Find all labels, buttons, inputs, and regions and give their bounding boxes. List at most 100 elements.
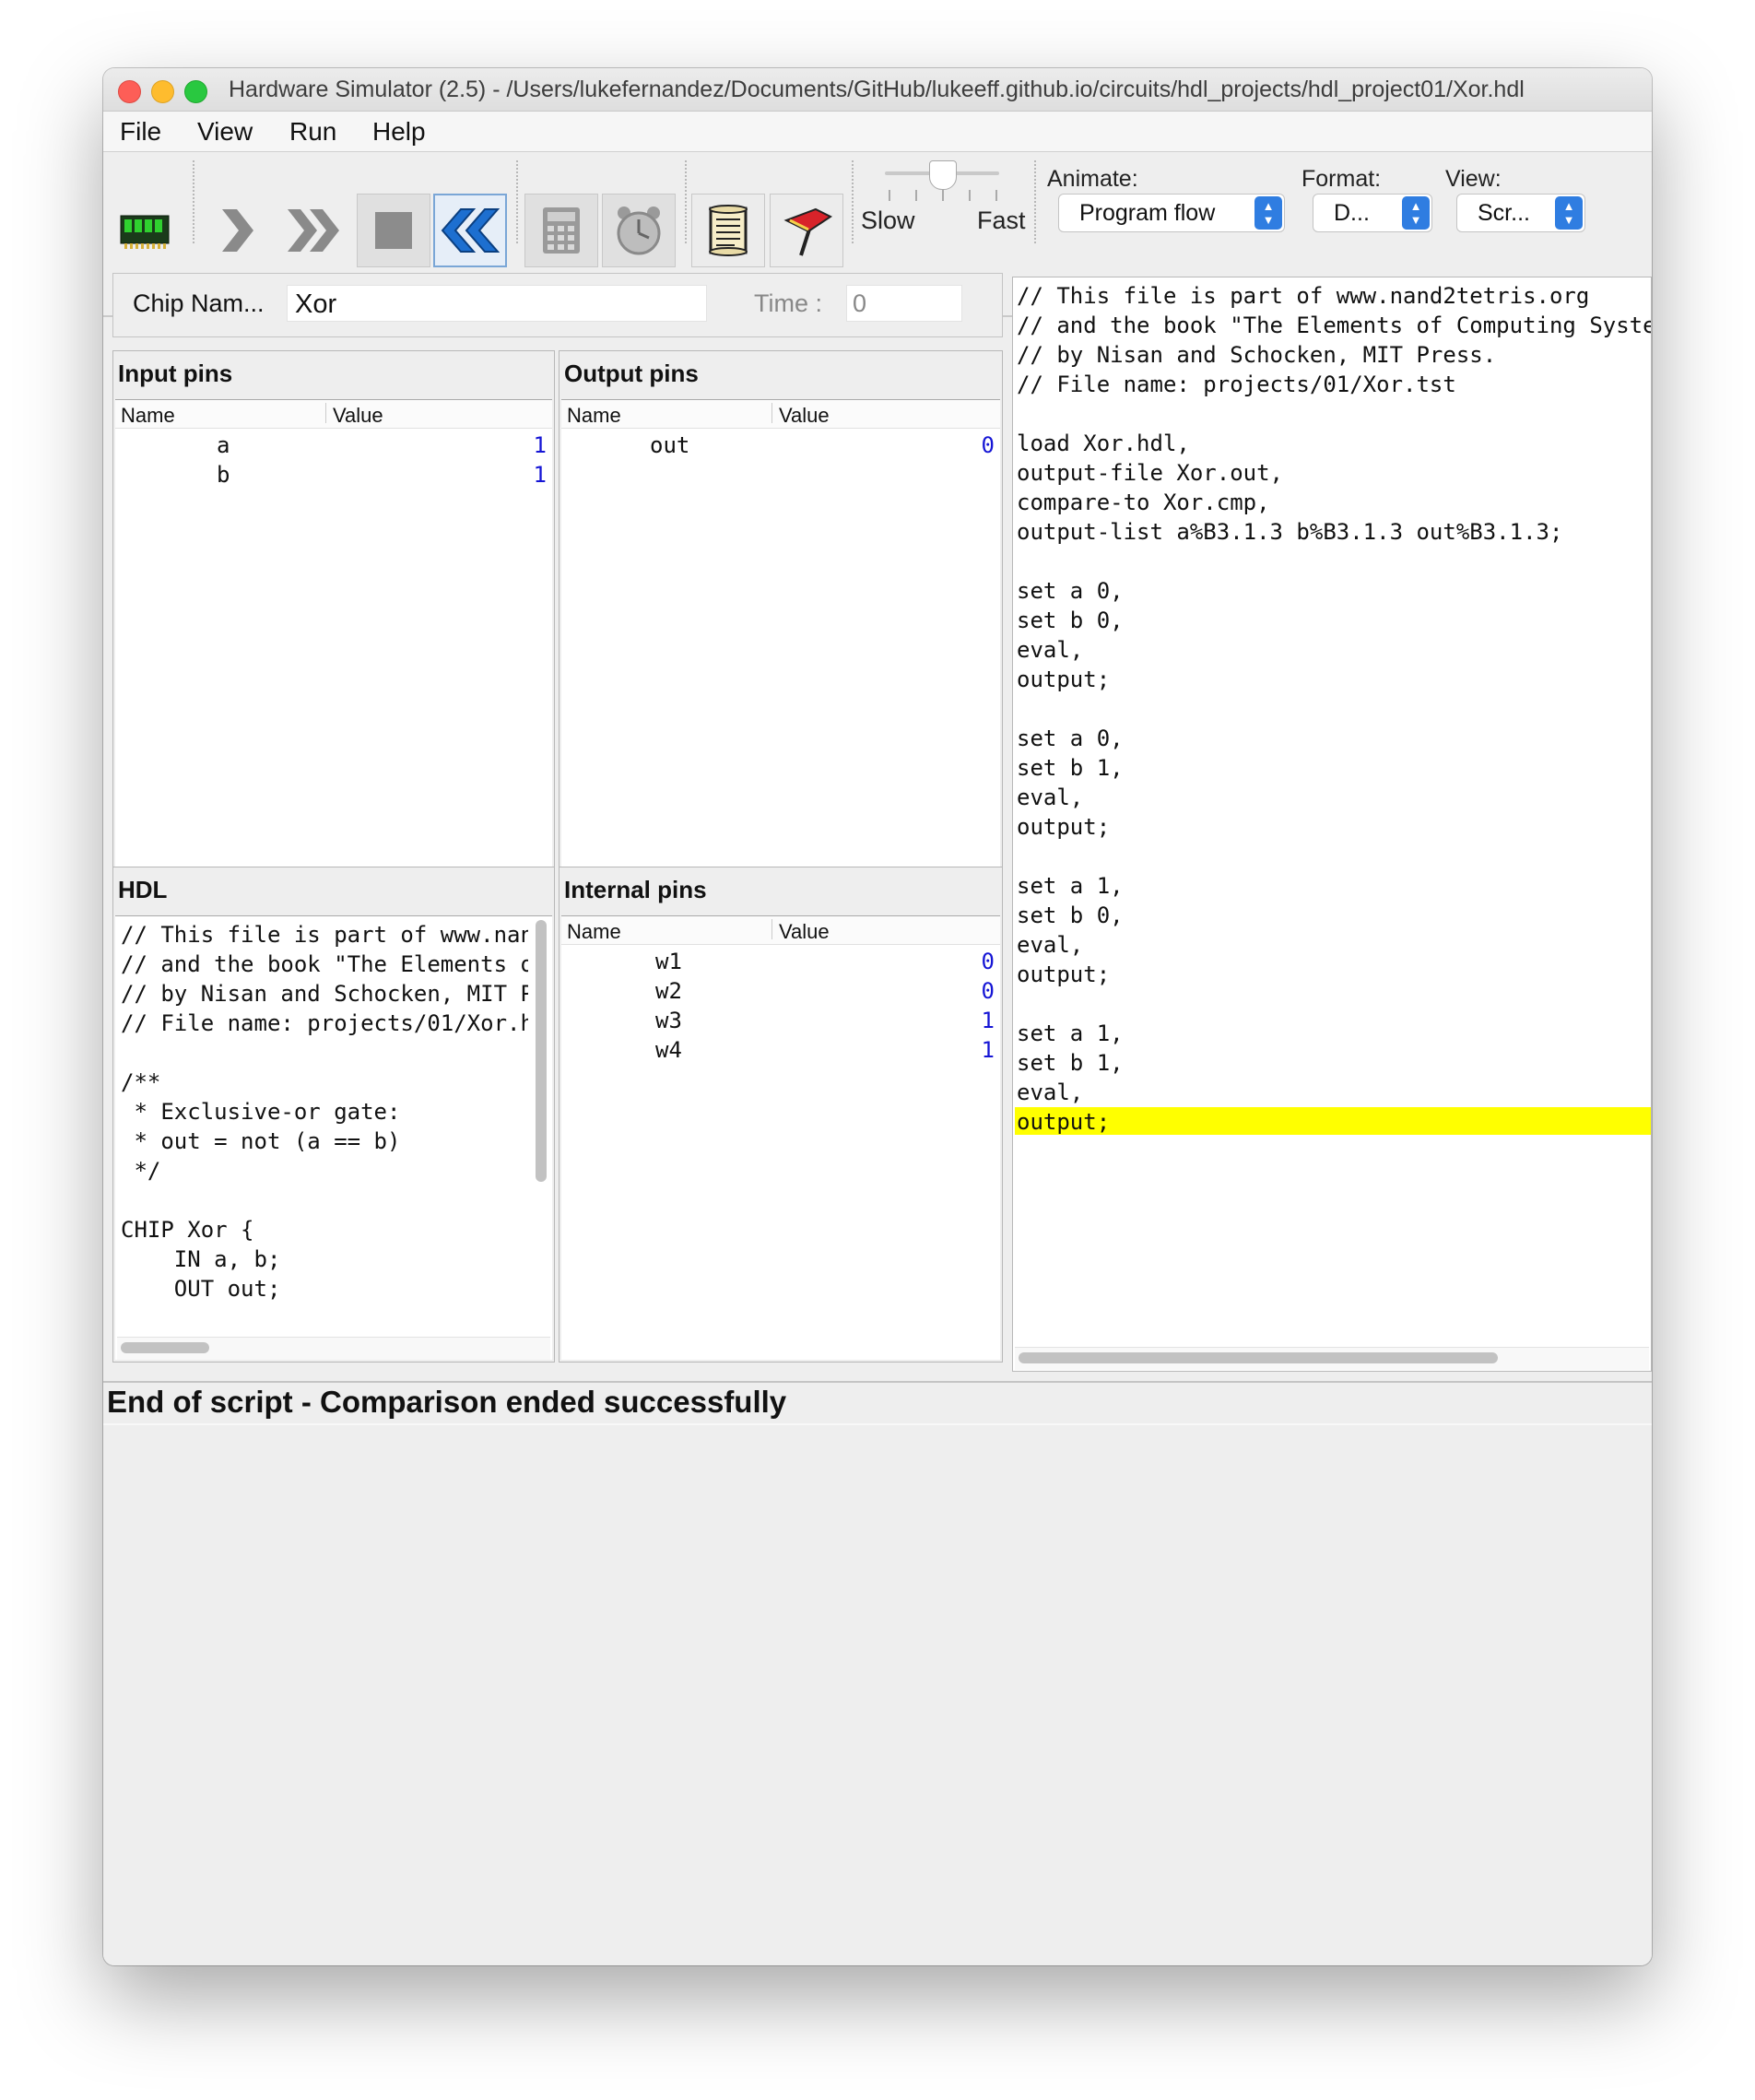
hdl-source-view[interactable]: // This file is part of www.nanc // and t…: [115, 915, 552, 1360]
hdl-code-line: // This file is part of www.nanc: [121, 922, 528, 948]
pin-value: 0: [981, 978, 995, 1004]
table-header: Name Value: [561, 916, 1000, 945]
hdl-code-line: IN a, b;: [121, 1246, 281, 1272]
script-code-line: set b 0,: [1017, 903, 1124, 928]
hdl-code-line: CHIP Xor {: [121, 1217, 254, 1243]
pin-name: w4: [655, 1037, 682, 1063]
speed-slow-label: Slow: [861, 206, 915, 234]
output-pins-title: Output pins: [564, 360, 699, 387]
script-code-line: // This file is part of www.nand2tetris.…: [1017, 283, 1590, 309]
hdl-code-line: */: [121, 1158, 161, 1184]
reset-button[interactable]: [433, 194, 507, 267]
format-select[interactable]: D... ▲ ▼: [1313, 194, 1432, 232]
double-chevron-right-icon: [288, 209, 339, 252]
input-pins-table[interactable]: Name Value a 1 b 1: [115, 399, 552, 912]
test-script-panel[interactable]: // This file is part of www.nand2tetris.…: [1012, 277, 1652, 1372]
value-column-header[interactable]: Value: [333, 404, 383, 428]
stop-button[interactable]: [357, 194, 430, 267]
pin-value: 0: [981, 432, 995, 458]
script-code-line: eval,: [1017, 785, 1084, 810]
input-pins-panel: Input pins Name Value a 1 b 1: [112, 350, 555, 914]
chevron-up-down-icon: ▲ ▼: [1254, 196, 1282, 230]
script-code-line: set b 0,: [1017, 608, 1124, 633]
chip-name-field: Xor: [287, 285, 707, 322]
name-column-header[interactable]: Name: [567, 404, 621, 428]
view-select-value: Scr...: [1478, 200, 1530, 226]
script-code-line: // and the book "The Elements of Computi…: [1017, 313, 1651, 338]
table-row[interactable]: b 1: [115, 459, 552, 489]
hdl-code-line: // by Nisan and Schocken, MIT Pr: [121, 981, 528, 1007]
double-chevron-left-icon: [441, 208, 500, 253]
hdl-code-line: /**: [121, 1069, 161, 1095]
script-code-line: compare-to Xor.cmp,: [1017, 490, 1270, 515]
hdl-code-line: OUT out;: [121, 1276, 281, 1302]
value-column-header[interactable]: Value: [779, 404, 830, 428]
hdl-title: HDL: [118, 876, 168, 903]
scrollbar-thumb[interactable]: [1019, 1352, 1498, 1363]
table-row[interactable]: a 1: [115, 430, 552, 459]
script-code-line: // File name: projects/01/Xor.tst: [1017, 372, 1456, 397]
view-select[interactable]: Scr... ▲ ▼: [1456, 194, 1585, 232]
table-row[interactable]: out 0: [561, 430, 1000, 459]
time-value: 0: [853, 289, 867, 317]
time-field: 0: [846, 285, 962, 322]
vertical-scrollbar[interactable]: [536, 920, 547, 1182]
single-step-button[interactable]: [200, 194, 274, 267]
table-row[interactable]: w3 1: [561, 1005, 1000, 1034]
pin-value: 0: [981, 949, 995, 974]
pin-name: w3: [655, 1008, 682, 1033]
value-column-header[interactable]: Value: [779, 920, 830, 944]
tick-tock-button[interactable]: [602, 194, 676, 267]
animate-select-value: Program flow: [1079, 200, 1216, 226]
script-code-line: load Xor.hdl,: [1017, 431, 1190, 456]
breakpoints-button[interactable]: [770, 194, 843, 267]
format-select-value: D...: [1334, 200, 1370, 226]
script-scroll-icon: [709, 205, 748, 256]
horizontal-scrollbar[interactable]: [1015, 1347, 1649, 1370]
status-panel: End of script - Comparison ended success…: [103, 1381, 1652, 1965]
script-code-line: output;: [1017, 667, 1111, 692]
pin-value[interactable]: 1: [534, 432, 547, 458]
output-pins-table[interactable]: Name Value out 0: [561, 399, 1000, 912]
animate-select[interactable]: Program flow ▲ ▼: [1058, 194, 1285, 232]
load-chip-button[interactable]: [108, 194, 182, 267]
chevron-up-down-icon: ▲ ▼: [1555, 196, 1583, 230]
view-label: View:: [1445, 166, 1502, 192]
pin-name: b: [217, 462, 230, 488]
name-column-header[interactable]: Name: [121, 404, 175, 428]
script-code-line: output;: [1017, 962, 1111, 987]
table-row[interactable]: w4 1: [561, 1034, 1000, 1064]
hdl-code-line: * Exclusive-or gate:: [121, 1099, 401, 1125]
run-button[interactable]: [278, 194, 352, 267]
output-pins-panel: Output pins Name Value out 0: [559, 350, 1003, 914]
speed-fast-label: Fast: [977, 206, 1026, 234]
table-row[interactable]: w1 0: [561, 946, 1000, 975]
internal-pins-table[interactable]: Name Value w1 0 w2 0 w3 1 w4 1: [561, 915, 1000, 1360]
pin-name: w2: [655, 978, 682, 1004]
script-code-line: eval,: [1017, 637, 1084, 663]
script-button[interactable]: [691, 194, 765, 267]
hdl-code-line: * out = not (a == b): [121, 1128, 401, 1154]
script-code-line: set a 0,: [1017, 726, 1124, 751]
hardware-simulator-window: Hardware Simulator (2.5) - /Users/lukefe…: [103, 68, 1652, 1965]
speed-slider-thumb[interactable]: [929, 160, 957, 190]
script-code-line: set a 0,: [1017, 578, 1124, 604]
eval-button[interactable]: [524, 194, 598, 267]
input-pins-title: Input pins: [118, 360, 233, 387]
pin-value[interactable]: 1: [534, 462, 547, 488]
horizontal-scrollbar[interactable]: [117, 1337, 550, 1360]
script-code-line: output-list a%B3.1.3 b%B3.1.3 out%B3.1.3…: [1017, 519, 1563, 545]
scrollbar-thumb[interactable]: [121, 1342, 209, 1353]
chip-name-box: Chip Nam... Xor Time : 0: [112, 273, 1003, 337]
animate-label: Animate:: [1047, 166, 1138, 192]
script-code-line: set a 1,: [1017, 1021, 1124, 1046]
flag-icon: [783, 207, 832, 256]
script-code-line: eval,: [1017, 1079, 1084, 1105]
status-message: End of script - Comparison ended success…: [107, 1385, 787, 1419]
script-code-line: set a 1,: [1017, 873, 1124, 899]
pin-name: a: [217, 432, 230, 458]
hdl-code-line: // and the book "The Elements of: [121, 951, 528, 977]
name-column-header[interactable]: Name: [567, 920, 621, 944]
table-row[interactable]: w2 0: [561, 975, 1000, 1005]
pin-name: out: [650, 432, 690, 458]
